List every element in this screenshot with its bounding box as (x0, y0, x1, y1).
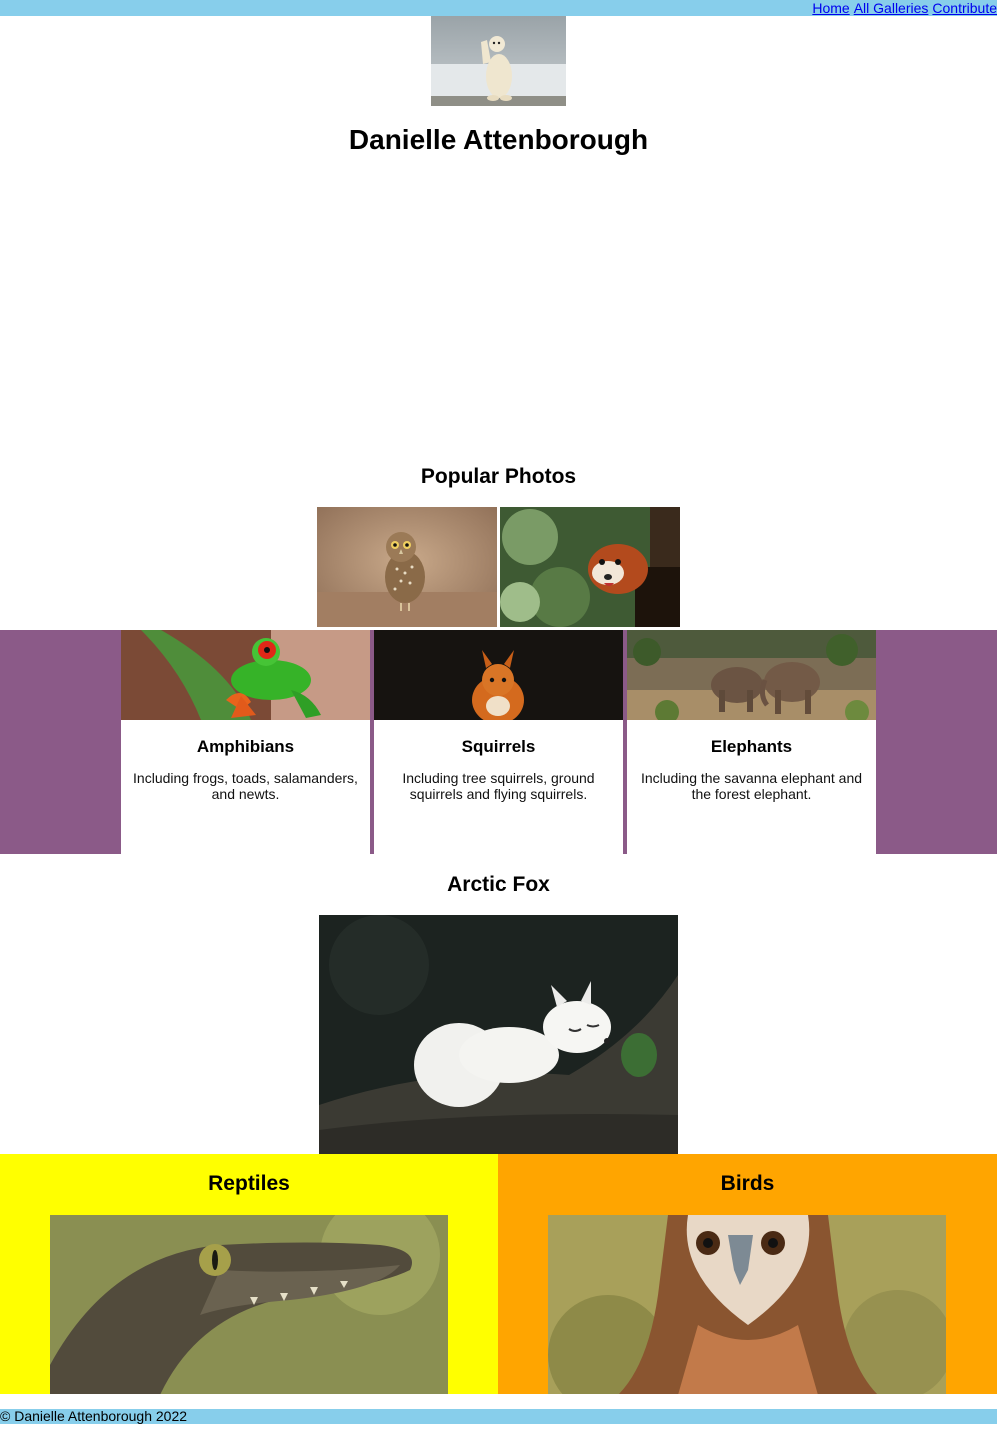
reptiles-heading: Reptiles (208, 1172, 290, 1195)
nav-link-all-galleries[interactable]: All Galleries (854, 0, 929, 16)
footer: © Danielle Attenborough 2022 (0, 1409, 997, 1424)
arctic-fox-photo[interactable] (319, 915, 678, 1154)
category-title: Amphibians (196, 737, 295, 756)
page-title: Danielle Attenborough (348, 124, 649, 155)
arctic-fox-heading: Arctic Fox (447, 873, 550, 896)
hawk-image (548, 1215, 946, 1394)
red-panda-photo[interactable] (500, 507, 680, 627)
category-description: Including the savanna elephant and the f… (640, 770, 863, 802)
category-card-elephants[interactable]: Elephants Including the savanna elephant… (627, 630, 876, 854)
owl-photo[interactable] (317, 507, 497, 627)
category-title: Squirrels (461, 737, 536, 756)
popular-photos-heading: Popular Photos (420, 465, 577, 488)
nav-link-home[interactable]: Home (812, 0, 849, 16)
birds-heading: Birds (720, 1172, 775, 1195)
category-card-amphibians[interactable]: Amphibians Including frogs, toads, salam… (121, 630, 370, 854)
caiman-image (50, 1215, 448, 1394)
category-description: Including frogs, toads, salamanders, and… (133, 770, 358, 802)
birds-panel[interactable]: Birds (498, 1154, 997, 1394)
reptiles-panel[interactable]: Reptiles (0, 1154, 498, 1394)
top-nav: Home All Galleries Contribute (812, 0, 997, 16)
squirrel-image (374, 630, 623, 720)
category-card-squirrels[interactable]: Squirrels Including tree squirrels, grou… (374, 630, 623, 854)
logo-polar-bear-image (431, 16, 566, 106)
elephants-image (627, 630, 876, 720)
category-title: Elephants (710, 737, 793, 756)
category-description: Including tree squirrels, ground squirre… (402, 770, 595, 802)
nav-link-contribute[interactable]: Contribute (932, 0, 997, 16)
frog-image (121, 630, 370, 720)
